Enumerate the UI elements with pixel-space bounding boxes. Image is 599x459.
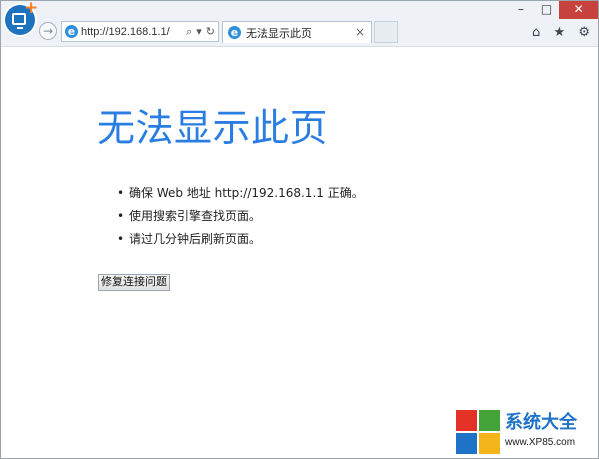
app-badge-icon[interactable]: + bbox=[5, 0, 38, 35]
gear-icon[interactable]: ⚙ bbox=[578, 25, 590, 41]
back-button[interactable]: → bbox=[39, 22, 57, 40]
address-controls: ⌕ ▾ ↻ bbox=[186, 24, 215, 40]
home-icon[interactable]: ⌂ bbox=[532, 25, 540, 41]
tab-title: 无法显示此页 bbox=[246, 27, 312, 40]
star-icon[interactable]: ★ bbox=[553, 25, 565, 41]
error-suggestions: 确保 Web 地址 http://192.168.1.1 正确。 使用搜索引擎查… bbox=[117, 182, 364, 251]
browser-window: + → e http://192.168.1.1/ ⌕ ▾ ↻ e 无法显示此页… bbox=[0, 0, 599, 459]
fix-connection-button[interactable]: 修复连接问题 bbox=[98, 274, 170, 291]
logo-tile-blue bbox=[456, 433, 477, 454]
logo-tile-yellow bbox=[479, 433, 500, 454]
refresh-icon[interactable]: ↻ bbox=[206, 24, 215, 40]
toolbar-right: ⌂ ★ ⚙ bbox=[532, 25, 590, 41]
watermark-title: 系统大全 bbox=[505, 412, 577, 433]
watermark-url: www.XP85.com bbox=[505, 437, 576, 448]
search-icon[interactable]: ⌕ bbox=[186, 24, 192, 40]
address-bar[interactable]: e http://192.168.1.1/ ⌕ ▾ ↻ bbox=[61, 21, 219, 42]
window-controls: – □ ✕ bbox=[508, 1, 598, 19]
plus-icon: + bbox=[24, 0, 39, 18]
suggestion-item: 请过几分钟后刷新页面。 bbox=[117, 228, 364, 251]
close-icon[interactable]: × bbox=[354, 26, 366, 38]
suggestion-item: 使用搜索引擎查找页面。 bbox=[117, 205, 364, 228]
chevron-down-icon[interactable]: ▾ bbox=[196, 24, 202, 40]
site-watermark: 系统大全 www.XP85.com bbox=[456, 410, 592, 454]
logo-tile-red bbox=[456, 410, 477, 431]
internet-explorer-icon: e bbox=[228, 26, 241, 39]
windows-logo-icon bbox=[456, 410, 500, 454]
new-tab-button[interactable] bbox=[374, 21, 398, 43]
page-content: 无法显示此页 确保 Web 地址 http://192.168.1.1 正确。 … bbox=[1, 47, 598, 458]
maximize-button[interactable]: □ bbox=[534, 1, 560, 19]
close-button[interactable]: ✕ bbox=[559, 1, 598, 19]
tab-current[interactable]: e 无法显示此页 × bbox=[222, 21, 372, 43]
suggestion-item: 确保 Web 地址 http://192.168.1.1 正确。 bbox=[117, 182, 364, 205]
internet-explorer-icon: e bbox=[65, 25, 78, 38]
minimize-button[interactable]: – bbox=[508, 1, 534, 19]
address-url[interactable]: http://192.168.1.1/ bbox=[81, 26, 170, 38]
logo-tile-green bbox=[479, 410, 500, 431]
monitor-stand-icon bbox=[17, 27, 23, 29]
browser-chrome: + → e http://192.168.1.1/ ⌕ ▾ ↻ e 无法显示此页… bbox=[1, 0, 598, 47]
page-title: 无法显示此页 bbox=[97, 106, 329, 150]
